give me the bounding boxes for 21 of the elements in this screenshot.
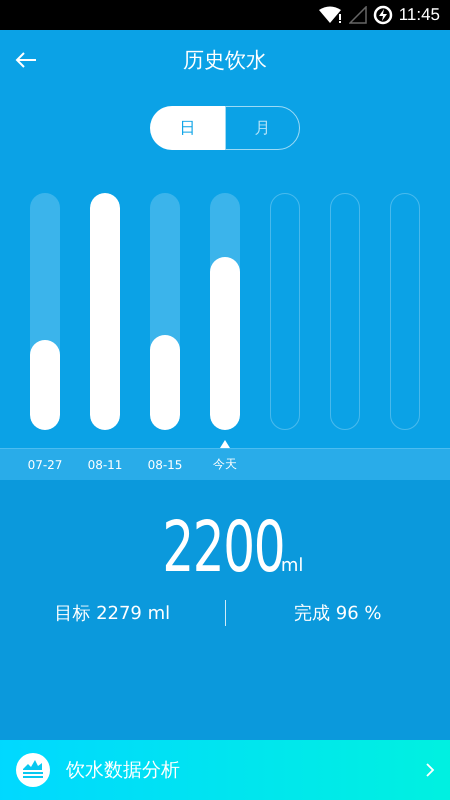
period-tab[interactable]: 日 [150, 106, 225, 150]
bar-fill[interactable] [30, 340, 60, 430]
wifi-icon [318, 6, 343, 24]
bar-fill[interactable] [150, 335, 180, 430]
chart-icon [15, 752, 51, 788]
bar-fill[interactable] [210, 257, 240, 430]
date-label: 08-11 [88, 458, 122, 472]
stat-text: 完成 96 % [293, 602, 382, 625]
date-label: 07-27 [28, 458, 62, 472]
stat-text: 目标 2279 ml [53, 602, 172, 625]
date-label: 今天 [213, 456, 237, 473]
back-arrow-icon[interactable] [15, 51, 37, 69]
chevron-right-icon [425, 762, 435, 778]
battery-charging-icon [372, 5, 393, 25]
page-title: 历史饮水 [183, 47, 267, 74]
bar-fill[interactable] [90, 193, 120, 430]
signal-icon [348, 6, 367, 24]
analysis-link[interactable]: 饮水数据分析 [0, 740, 450, 800]
clock-time: 11:45 [398, 5, 440, 25]
period-tab[interactable]: 月 [225, 106, 300, 150]
date-label: 08-15 [148, 458, 182, 472]
